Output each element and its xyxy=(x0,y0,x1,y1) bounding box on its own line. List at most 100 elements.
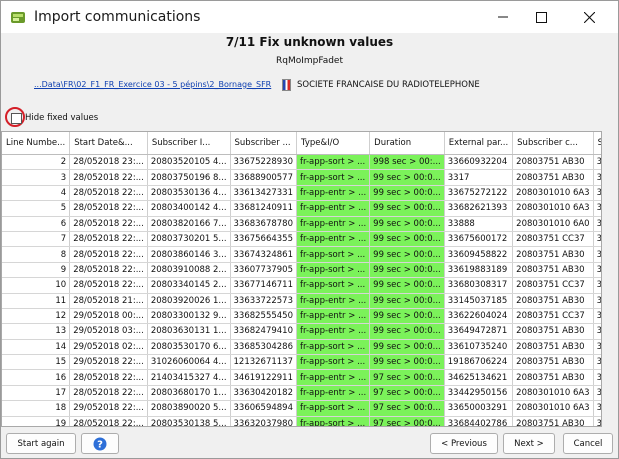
table-cell[interactable]: 33675664355 xyxy=(230,231,298,248)
table-cell[interactable]: 99 sec > 00:0... xyxy=(369,308,445,325)
table-cell[interactable]: 20803820166 7... xyxy=(147,216,231,232)
table-cell[interactable]: 99 sec > 00:0... xyxy=(369,293,445,309)
table-cell[interactable]: 35387600167441 xyxy=(593,308,601,325)
table-cell[interactable]: 28/052018 22:... xyxy=(69,216,148,232)
table-cell[interactable]: 28/052018 22:... xyxy=(69,262,148,279)
table-cell[interactable]: 35939000531159 xyxy=(593,339,601,356)
table-row[interactable]: 10 28/052018 22:... 20803340145 2... 336771… xyxy=(2,277,601,294)
table-cell[interactable]: 2080301010 6A0 xyxy=(512,216,594,232)
next-button[interactable]: Next > xyxy=(503,433,555,454)
table-cell[interactable]: 33632037980 xyxy=(230,416,298,426)
start-again-button[interactable]: Start again xyxy=(6,433,76,454)
table-cell[interactable]: 11 xyxy=(2,293,71,309)
table-cell[interactable]: 13 xyxy=(2,323,71,340)
table-row[interactable]: 3 28/052018 22:... 20803750196 8... 3368890… xyxy=(2,169,601,186)
table-cell[interactable]: fr-app-sort > ... xyxy=(296,416,371,426)
table-row[interactable]: 18 29/052018 22:... 20803890020 5... 336065… xyxy=(2,400,601,417)
column-header[interactable]: Subscriber I... xyxy=(147,132,231,155)
table-cell[interactable]: 2080301010 6A3 xyxy=(512,400,594,417)
table-cell[interactable]: 33610735240 xyxy=(444,339,514,356)
table-cell[interactable]: fr-app-sort > ... xyxy=(296,339,371,356)
table-cell[interactable]: 33619883189 xyxy=(444,262,514,279)
table-cell[interactable]: 2080301010 6A3 xyxy=(512,185,594,202)
table-cell[interactable]: 99 sec > 00:0... xyxy=(369,200,445,217)
table-cell[interactable]: fr-app-entr > ... xyxy=(296,308,371,325)
table-cell[interactable]: 35816700001425 xyxy=(593,154,601,171)
table-cell[interactable]: 20803860146 3... xyxy=(147,246,231,263)
table-cell[interactable]: 34619122911 xyxy=(230,369,298,386)
table-cell[interactable]: 33682621393 xyxy=(444,200,514,217)
table-cell[interactable]: 33649472871 xyxy=(444,323,514,340)
maximize-button[interactable] xyxy=(518,1,564,33)
table-row[interactable]: 2 28/052018 23:... 20803520105 4... 3367522… xyxy=(2,154,601,171)
table-cell[interactable]: 33660932204 xyxy=(444,154,514,171)
table-cell[interactable]: 99 sec > 00:0... xyxy=(369,185,445,202)
table-cell[interactable]: 20803730201 5... xyxy=(147,231,231,248)
table-row[interactable]: 12 29/052018 00:... 20803300132 9... 336825… xyxy=(2,308,601,325)
table-cell[interactable]: 28/052018 22:... xyxy=(69,416,148,426)
table-cell[interactable]: fr-app-sort > ... xyxy=(296,154,371,171)
table-cell[interactable]: 28/052018 22:... xyxy=(69,246,148,263)
table-cell[interactable]: 20803630131 1... xyxy=(147,323,231,340)
table-cell[interactable]: 33442950156 xyxy=(444,385,514,402)
table-row[interactable]: 6 28/052018 22:... 20803820166 7... 3368367… xyxy=(2,216,601,232)
table-cell[interactable]: 12 xyxy=(2,308,71,325)
table-cell[interactable]: 33680308317 xyxy=(444,277,514,294)
table-cell[interactable]: 35764600101243 xyxy=(593,246,601,263)
table-cell[interactable]: 97 sec > 00:0... xyxy=(369,385,445,402)
table-cell[interactable]: 28/052018 21:... xyxy=(69,293,148,309)
table-cell[interactable]: 33609458822 xyxy=(444,246,514,263)
table-cell[interactable]: 35312900933179 xyxy=(593,231,601,248)
table-cell[interactable]: 20803890020 5... xyxy=(147,400,231,417)
table-cell[interactable]: 20803751 CC37 xyxy=(512,308,594,325)
table-cell[interactable]: 33682479410 xyxy=(230,323,298,340)
table-cell[interactable]: 33683678780 xyxy=(230,216,298,232)
table-cell[interactable]: 28/052018 22:... xyxy=(69,369,148,386)
column-header[interactable]: Type&I/O xyxy=(296,132,371,155)
table-cell[interactable]: 35703060531930 xyxy=(593,385,601,402)
table-cell[interactable]: 35146530811367 xyxy=(593,293,601,309)
table-cell[interactable]: fr-app-entr > ... xyxy=(296,185,371,202)
table-cell[interactable]: 35825800009188 xyxy=(593,354,601,371)
table-cell[interactable]: 28/052018 23:... xyxy=(69,154,148,171)
table-cell[interactable]: 20803750196 8... xyxy=(147,169,231,186)
cancel-button[interactable]: Cancel xyxy=(563,433,613,454)
table-cell[interactable]: 99 sec > 00:0... xyxy=(369,277,445,294)
source-path-link[interactable]: ...Data\FR\02_F1_FR_Exercice 03 - 5 pépi… xyxy=(34,80,271,89)
table-cell[interactable]: fr-app-sort > ... xyxy=(296,246,371,263)
table-cell[interactable]: 18 xyxy=(2,400,71,417)
table-cell[interactable]: 20803400142 4... xyxy=(147,200,231,217)
table-cell[interactable]: 8 xyxy=(2,246,71,263)
table-cell[interactable]: 29/052018 22:... xyxy=(69,354,148,371)
table-cell[interactable]: 33675272122 xyxy=(444,185,514,202)
table-cell[interactable]: 33633722573 xyxy=(230,293,298,309)
table-cell[interactable]: 20803300132 9... xyxy=(147,308,231,325)
table-cell[interactable]: 16 xyxy=(2,369,71,386)
table-cell[interactable]: 31026060064 4... xyxy=(147,354,231,371)
table-cell[interactable]: fr-app-sort > ... xyxy=(296,277,371,294)
table-cell[interactable]: 34625134621 xyxy=(444,369,514,386)
values-grid[interactable]: Line Numbe... ˄ Start Date&... Subscriber I… xyxy=(1,131,602,427)
table-cell[interactable]: 17 xyxy=(2,385,71,402)
table-cell[interactable]: 6 xyxy=(2,216,71,232)
table-cell[interactable]: 33145037185 xyxy=(444,293,514,309)
table-cell[interactable]: 28/052018 22:... xyxy=(69,231,148,248)
table-cell[interactable]: 20803751 CC37 xyxy=(512,277,594,294)
table-cell[interactable]: fr-app-entr > ... xyxy=(296,231,371,248)
table-cell[interactable]: 29/052018 22:... xyxy=(69,400,148,417)
table-cell[interactable]: 99 sec > 00:0... xyxy=(369,246,445,263)
table-row[interactable]: 7 28/052018 22:... 20803730201 5... 3367566… xyxy=(2,231,601,248)
table-cell[interactable]: fr-app-entr > ... xyxy=(296,200,371,217)
column-header[interactable]: Duration xyxy=(369,132,445,155)
table-cell[interactable]: 20803520105 4... xyxy=(147,154,231,171)
table-cell[interactable]: 99 sec > 00:0... xyxy=(369,354,445,371)
table-cell[interactable]: 7 xyxy=(2,231,71,248)
table-cell[interactable]: 33607737905 xyxy=(230,262,298,279)
table-cell[interactable]: 20803920026 1... xyxy=(147,293,231,309)
table-cell[interactable]: 35609040065647 xyxy=(593,323,601,340)
table-cell[interactable]: 33681240911 xyxy=(230,200,298,217)
table-row[interactable]: 14 29/052018 02:... 20803530170 6... 336853… xyxy=(2,339,601,356)
table-cell[interactable]: 20803751 AB30 xyxy=(512,154,594,171)
table-cell[interactable]: 20803530170 6... xyxy=(147,339,231,356)
table-cell[interactable]: fr-app-entr > ... xyxy=(296,369,371,386)
